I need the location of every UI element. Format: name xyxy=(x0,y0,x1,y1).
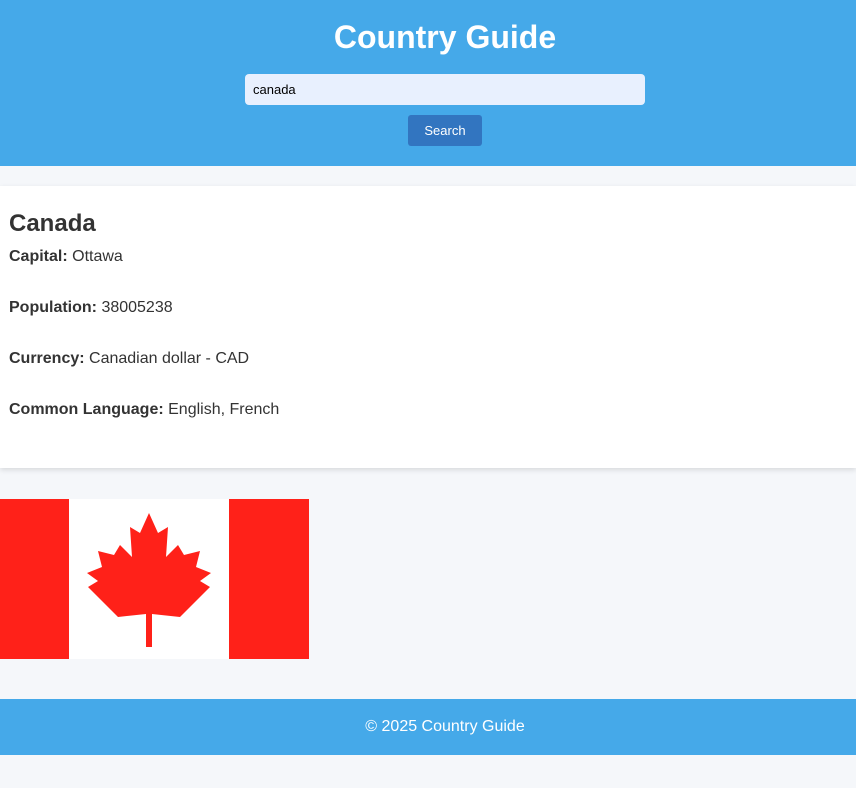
flag-right-band xyxy=(229,499,309,659)
population-row: Population: 38005238 xyxy=(9,298,173,318)
currency-row: Currency: Canadian dollar - CAD xyxy=(9,349,249,369)
language-row: Common Language: English, French xyxy=(9,400,279,420)
canada-flag-image xyxy=(0,499,309,659)
header: Country Guide Search xyxy=(0,0,856,166)
footer: © 2025 Country Guide xyxy=(0,699,856,755)
search-button[interactable]: Search xyxy=(408,115,482,146)
search-input[interactable] xyxy=(245,74,645,105)
language-value: English, French xyxy=(168,401,280,418)
flag-left-band xyxy=(0,499,69,659)
capital-value: Ottawa xyxy=(72,248,123,265)
currency-value: Canadian dollar - CAD xyxy=(89,350,250,367)
population-label: Population: xyxy=(9,299,97,316)
page-title: Country Guide xyxy=(333,19,557,55)
footer-copyright: © 2025 Country Guide xyxy=(365,718,525,735)
capital-row: Capital: Ottawa xyxy=(9,247,123,267)
language-label: Common Language: xyxy=(9,401,164,418)
capital-label: Capital: xyxy=(9,248,68,265)
country-name: Canada xyxy=(9,210,96,237)
population-value: 38005238 xyxy=(101,299,173,316)
country-card: Canada Capital: Ottawa Population: 38005… xyxy=(0,186,856,468)
currency-label: Currency: xyxy=(9,350,85,367)
